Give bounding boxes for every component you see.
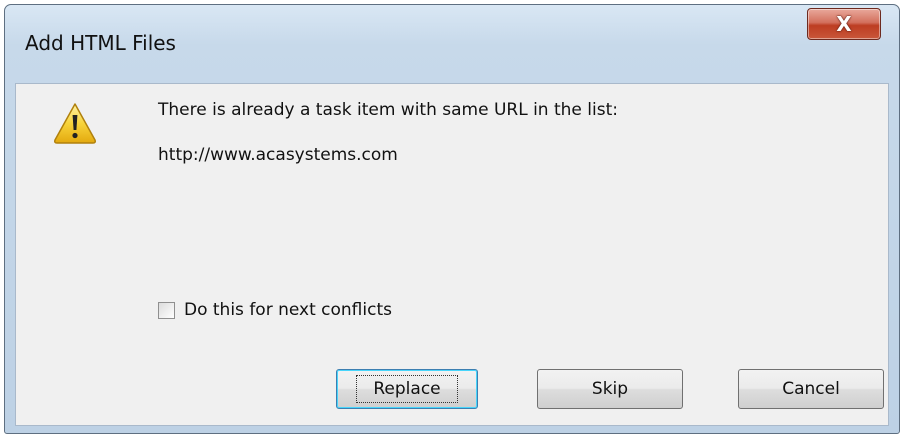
- url-text: http://www.acasystems.com: [158, 145, 398, 165]
- replace-button-label: Replace: [356, 375, 458, 403]
- warning-icon: [54, 103, 96, 144]
- title-bar[interactable]: Add HTML Files X: [5, 5, 899, 83]
- next-conflicts-checkbox[interactable]: [158, 301, 175, 319]
- replace-button[interactable]: Replace: [336, 369, 478, 409]
- next-conflicts-label[interactable]: Do this for next conflicts: [184, 300, 392, 320]
- next-conflicts-option[interactable]: Do this for next conflicts: [158, 298, 392, 322]
- close-button[interactable]: X: [807, 8, 881, 40]
- dialog-window: Add HTML Files X There is already a task…: [4, 4, 900, 434]
- message-text: There is already a task item with same U…: [158, 100, 618, 120]
- close-icon: X: [836, 12, 852, 36]
- skip-button[interactable]: Skip: [537, 369, 683, 409]
- dialog-body: There is already a task item with same U…: [15, 83, 889, 426]
- cancel-button[interactable]: Cancel: [738, 369, 884, 409]
- window-title: Add HTML Files: [25, 31, 176, 55]
